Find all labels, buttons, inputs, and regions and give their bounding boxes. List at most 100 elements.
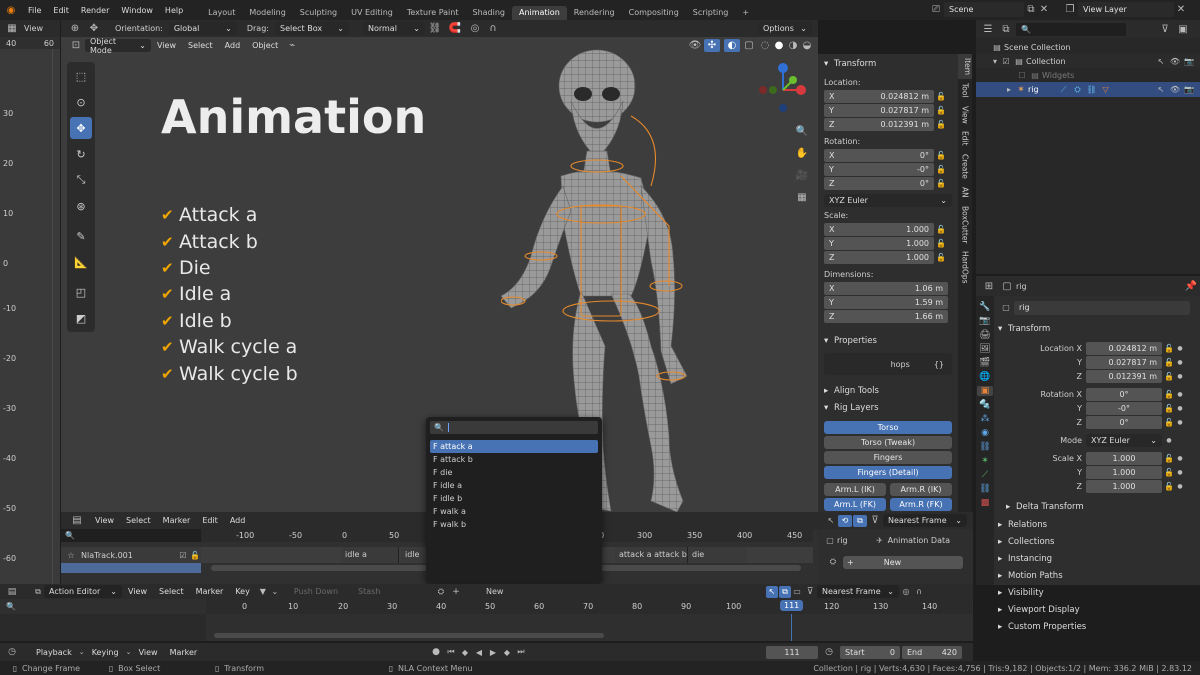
object-tab-icon[interactable]: ▣ bbox=[977, 386, 993, 396]
rotation-y-field[interactable]: Y -0° bbox=[824, 163, 934, 176]
play-icon[interactable]: ▶ bbox=[486, 648, 500, 657]
action-list-item[interactable]: F walk a bbox=[430, 505, 598, 518]
action-editor-body[interactable] bbox=[0, 614, 973, 641]
section-custom-properties[interactable]: ▸ Custom Properties bbox=[998, 618, 1196, 635]
layer-arm-l-ik-button[interactable]: Arm.L (IK) bbox=[824, 483, 886, 496]
layer-arm-l-fk-button[interactable]: Arm.L (FK) bbox=[824, 498, 886, 511]
menu-keying[interactable]: Keying bbox=[86, 648, 125, 657]
snap-icon[interactable]: 🧲 bbox=[445, 23, 465, 34]
move-tool-icon[interactable]: ✥ bbox=[70, 117, 92, 139]
prop-scale-y-field[interactable]: 1.000 bbox=[1086, 466, 1162, 479]
left-strip-view-menu[interactable]: View bbox=[24, 24, 43, 33]
object-name-field[interactable]: rig bbox=[1014, 300, 1190, 315]
tab-create[interactable]: Create bbox=[961, 150, 970, 183]
scale-z-field[interactable]: Z 1.000 bbox=[824, 251, 934, 264]
action-ruler[interactable]: 0 10 20 30 40 50 60 70 80 90 100 111 120… bbox=[206, 599, 972, 614]
rendered-shading-icon[interactable]: ◒ bbox=[800, 40, 814, 51]
rotation-mode-dropdown[interactable]: XYZ Euler ⌄ bbox=[1086, 433, 1162, 447]
measure-tool-icon[interactable]: 📐 bbox=[70, 251, 92, 273]
menu-playback[interactable]: Playback bbox=[30, 648, 78, 657]
tab-edit[interactable]: Edit bbox=[961, 127, 970, 150]
lock-icon[interactable]: 🔓 bbox=[1162, 454, 1176, 463]
keyframe-dot-icon[interactable]: ● bbox=[1176, 359, 1184, 366]
prop-rotation-z-field[interactable]: 0° bbox=[1086, 416, 1162, 429]
lock-icon[interactable]: 🔓 bbox=[1162, 482, 1176, 491]
section-viewport-display[interactable]: ▸ Viewport Display bbox=[998, 601, 1196, 618]
layer-fingers-detail-button[interactable]: Fingers (Detail) bbox=[824, 466, 952, 479]
menu-select[interactable]: Select bbox=[153, 587, 190, 596]
action-list-item[interactable]: F die bbox=[430, 466, 598, 479]
menu-edit[interactable]: Edit bbox=[47, 6, 75, 15]
align-tools-header[interactable]: ▸ Align Tools bbox=[824, 383, 952, 399]
expand-icon[interactable]: ▸ bbox=[1004, 85, 1014, 94]
filter-icon[interactable]: ⊽ bbox=[803, 587, 817, 597]
transform-tool-icon[interactable]: ⊛ bbox=[70, 195, 92, 217]
prev-keyframe-icon[interactable]: ◆ bbox=[458, 648, 472, 657]
editor-type-icon[interactable]: ▦ bbox=[0, 23, 24, 34]
section-motion-paths[interactable]: ▸ Motion Paths bbox=[998, 567, 1196, 584]
section-collections[interactable]: ▸ Collections bbox=[998, 533, 1196, 550]
rotation-x-field[interactable]: X 0° bbox=[824, 149, 934, 162]
menu-add[interactable]: Add bbox=[224, 516, 252, 525]
lock-icon[interactable]: 🔓 bbox=[934, 120, 948, 129]
prop-location-z-field[interactable]: 0.012391 m bbox=[1086, 370, 1162, 383]
keyframe-dot-icon[interactable]: ● bbox=[1176, 391, 1184, 398]
start-frame-field[interactable]: Start 0 bbox=[840, 645, 900, 659]
menu-window[interactable]: Window bbox=[115, 6, 159, 15]
layer-torso-tweak-button[interactable]: Torso (Tweak) bbox=[824, 436, 952, 449]
tab-hardops[interactable]: HardOps bbox=[961, 247, 970, 288]
layer-torso-button[interactable]: Torso bbox=[824, 421, 952, 434]
include-missing-icon[interactable]: ⧉ bbox=[853, 514, 867, 527]
annotate-tool-icon[interactable]: ✎ bbox=[70, 225, 92, 247]
move-tool-icon[interactable]: ✥ bbox=[83, 23, 105, 34]
tab-layout[interactable]: Layout bbox=[201, 6, 242, 20]
record-icon[interactable]: ● bbox=[428, 647, 444, 657]
layer-fingers-button[interactable]: Fingers bbox=[824, 451, 952, 464]
nla-action-channel[interactable] bbox=[61, 563, 201, 573]
keyframe-dot-icon[interactable]: ● bbox=[1176, 373, 1184, 380]
lock-icon[interactable]: 🔓 bbox=[934, 106, 948, 115]
tab-scripting[interactable]: Scripting bbox=[686, 6, 736, 20]
tab-tool[interactable]: Tool bbox=[961, 79, 970, 102]
end-frame-field[interactable]: End 420 bbox=[902, 645, 962, 659]
section-relations[interactable]: ▸ Relations bbox=[998, 516, 1196, 533]
camera-icon[interactable]: 📷 bbox=[1182, 85, 1196, 94]
keyframe-dot-icon[interactable]: ● bbox=[1176, 455, 1184, 462]
lock-icon[interactable]: 🔓 bbox=[934, 92, 948, 101]
keyframe-dot-icon[interactable]: ● bbox=[1176, 405, 1184, 412]
editor-type-icon[interactable]: ▤ bbox=[4, 587, 20, 597]
editor-type-icon[interactable]: ☰ bbox=[980, 24, 996, 35]
view-layer-remove-icon[interactable]: ✕ bbox=[1174, 4, 1188, 15]
menu-file[interactable]: File bbox=[22, 6, 47, 15]
location-z-field[interactable]: Z 0.012391 m bbox=[824, 118, 934, 131]
new-action-button[interactable]: New bbox=[486, 587, 503, 596]
outliner-row-widgets[interactable]: ☐ ▤ Widgets bbox=[976, 68, 1200, 82]
menu-marker[interactable]: Marker bbox=[164, 648, 204, 657]
transform-pivot-dropdown[interactable]: Normal ⌄ bbox=[362, 22, 425, 35]
scale-y-field[interactable]: Y 1.000 bbox=[824, 237, 934, 250]
world-tab-icon[interactable]: 🌐 bbox=[979, 372, 990, 382]
editor-type-icon[interactable]: ▤ bbox=[65, 515, 89, 526]
snap-dropdown[interactable]: Nearest Frame ⌄ bbox=[817, 585, 899, 598]
menu-add[interactable]: Add bbox=[219, 41, 247, 50]
editor-type-icon[interactable]: ⊡ bbox=[67, 40, 85, 51]
bone-tab-icon[interactable]: ⟋ bbox=[982, 470, 988, 480]
action-browse-icon[interactable]: ⛭ bbox=[432, 587, 450, 597]
tab-compositing[interactable]: Compositing bbox=[622, 6, 686, 20]
falloff-icon[interactable]: ∩ bbox=[485, 23, 501, 34]
tab-uv-editing[interactable]: UV Editing bbox=[344, 6, 400, 20]
physics-tab-icon[interactable]: ◉ bbox=[981, 428, 989, 438]
action-list-item[interactable]: F walk b bbox=[430, 518, 598, 531]
camera-icon[interactable]: 🎥 bbox=[793, 164, 811, 186]
filter-icon[interactable]: ⊽ bbox=[1156, 24, 1174, 35]
checkbox-icon[interactable]: ☐ bbox=[1016, 71, 1028, 80]
section-delta-transform[interactable]: ▸ Delta Transform bbox=[998, 499, 1196, 515]
action-list-item[interactable]: F attack b bbox=[430, 453, 598, 466]
tab-boxcutter[interactable]: BoxCutter bbox=[961, 202, 970, 248]
view-layer-field[interactable]: View Layer bbox=[1078, 2, 1174, 17]
jump-start-icon[interactable]: ⏮ bbox=[444, 647, 458, 657]
action-search-input[interactable]: 🔍 bbox=[430, 421, 598, 434]
action-list-item[interactable]: F idle b bbox=[430, 492, 598, 505]
orientation-dropdown[interactable]: Global ⌄ bbox=[168, 22, 237, 35]
rotate-tool-icon[interactable]: ↻ bbox=[70, 143, 92, 165]
